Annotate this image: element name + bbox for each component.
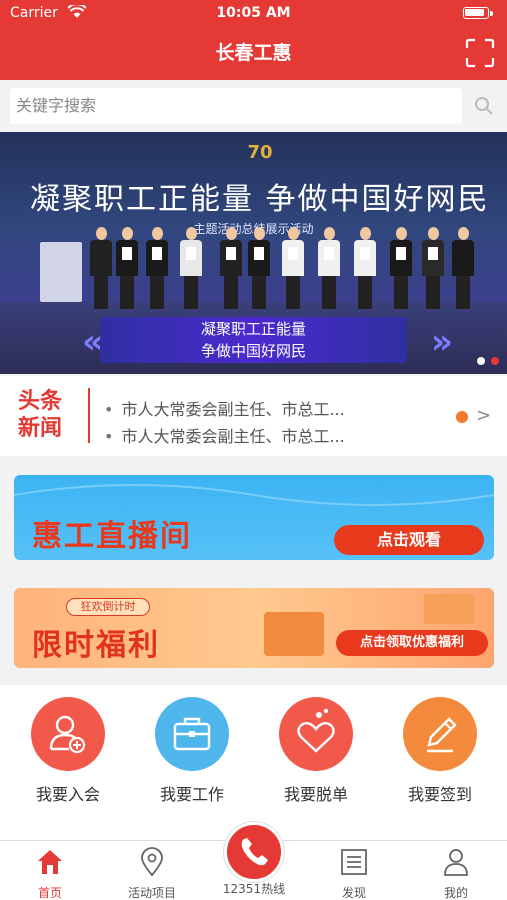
action-label: 我要脱单 (283, 785, 348, 804)
tab-mine[interactable]: 我的 (416, 847, 496, 900)
carousel-dot-active[interactable] (491, 357, 499, 365)
carousel-dot[interactable] (477, 357, 485, 365)
action-label: 我要工作 (159, 785, 224, 804)
person-figure (452, 227, 474, 309)
carousel-indicator[interactable] (471, 350, 499, 369)
news-more-arrow[interactable]: > (476, 405, 491, 426)
banner-headline: 凝聚职工正能量 争做中国好网民 (30, 182, 490, 217)
decorative-building (424, 594, 474, 624)
hotline-label[interactable]: 12351热线 (204, 880, 304, 897)
action-dating[interactable]: 我要脱单 (266, 697, 366, 805)
page-title: 长春工惠 (215, 42, 292, 64)
list-icon (341, 849, 367, 875)
podium (40, 242, 82, 302)
gift-box-graphic (264, 612, 324, 656)
person-icon (444, 849, 468, 876)
person-figure (422, 227, 444, 309)
person-figure (116, 227, 138, 309)
person-figure (180, 227, 202, 309)
person-figure (282, 227, 304, 309)
countdown-tag: 狂欢倒计时 (66, 598, 150, 616)
tab-discover[interactable]: 发现 (314, 847, 394, 900)
user-add-icon (31, 697, 105, 771)
pencil-icon (403, 697, 477, 771)
live-room-banner[interactable]: 惠工直播间 点击观看 (14, 475, 494, 560)
person-figure (90, 227, 112, 309)
news-tag: 头条 新闻 (18, 388, 74, 442)
welfare-title: 限时福利 (32, 628, 160, 663)
news-item[interactable]: 市人大常委会副主任、市总工... (104, 396, 344, 420)
anniversary-logo: 70 (247, 142, 273, 163)
news-item[interactable]: 市人大常委会副主任、市总工... (104, 423, 344, 447)
search-input[interactable]: 关键字搜索 (10, 88, 462, 124)
welfare-banner[interactable]: 狂欢倒计时 限时福利 点击领取优惠福利 (14, 588, 494, 668)
home-icon (38, 850, 62, 874)
slogan-line2: 争做中国好网民 (200, 342, 306, 360)
watch-button[interactable]: 点击观看 (334, 525, 484, 555)
tab-label: 活动项目 (127, 886, 176, 900)
action-check-in[interactable]: 我要签到 (390, 697, 490, 805)
person-figure (318, 227, 340, 309)
location-pin-icon (141, 847, 163, 877)
action-join-union[interactable]: 我要入会 (18, 697, 118, 805)
news-divider (88, 388, 90, 443)
action-find-job[interactable]: 我要工作 (142, 697, 242, 805)
tab-label: 发现 (341, 886, 366, 900)
action-label: 我要签到 (407, 785, 472, 804)
battery-cap (490, 11, 493, 16)
tab-label: 我的 (443, 886, 468, 900)
status-time: 10:05 AM (216, 5, 291, 21)
chevrons-right-icon: » (431, 322, 453, 362)
claim-welfare-button[interactable]: 点击领取优惠福利 (336, 630, 488, 656)
headline-news[interactable]: 头条 新闻 市人大常委会副主任、市总工... 市人大常委会副主任、市总工... … (0, 376, 507, 456)
slogan-line1: 凝聚职工正能量 (200, 320, 306, 338)
app-header: Carrier 10:05 AM 长春工惠 (0, 0, 507, 80)
banner-slogan: 凝聚职工正能量 争做中国好网民 (100, 317, 407, 363)
person-figure (248, 227, 270, 309)
person-figure (354, 227, 376, 309)
scan-icon[interactable] (465, 38, 495, 68)
live-room-title: 惠工直播间 (32, 519, 192, 554)
search-icon[interactable] (473, 95, 495, 117)
person-figure (390, 227, 412, 309)
tab-activities[interactable]: 活动项目 (112, 847, 192, 900)
news-indicator-dot (456, 411, 468, 423)
tab-label: 首页 (37, 886, 62, 900)
action-label: 我要入会 (35, 785, 100, 804)
tab-home[interactable]: 首页 (10, 847, 90, 900)
briefcase-icon (155, 697, 229, 771)
news-tag-line1: 头条 (18, 389, 63, 414)
battery-icon (463, 7, 489, 19)
news-tag-line2: 新闻 (18, 416, 63, 441)
person-figure (146, 227, 168, 309)
person-figure (220, 227, 242, 309)
hearts-icon (279, 697, 353, 771)
status-bar: Carrier 10:05 AM (10, 5, 497, 25)
hero-banner[interactable]: 70 凝聚职工正能量 争做中国好网民 主题活动总结展示活动 « 凝聚职工正能量 … (0, 132, 507, 374)
quick-actions: 我要入会 我要工作 我要脱单 我要签到 (0, 685, 507, 840)
search-bar: 关键字搜索 (0, 80, 507, 132)
phone-icon (241, 838, 268, 866)
hotline-button[interactable] (224, 822, 284, 882)
